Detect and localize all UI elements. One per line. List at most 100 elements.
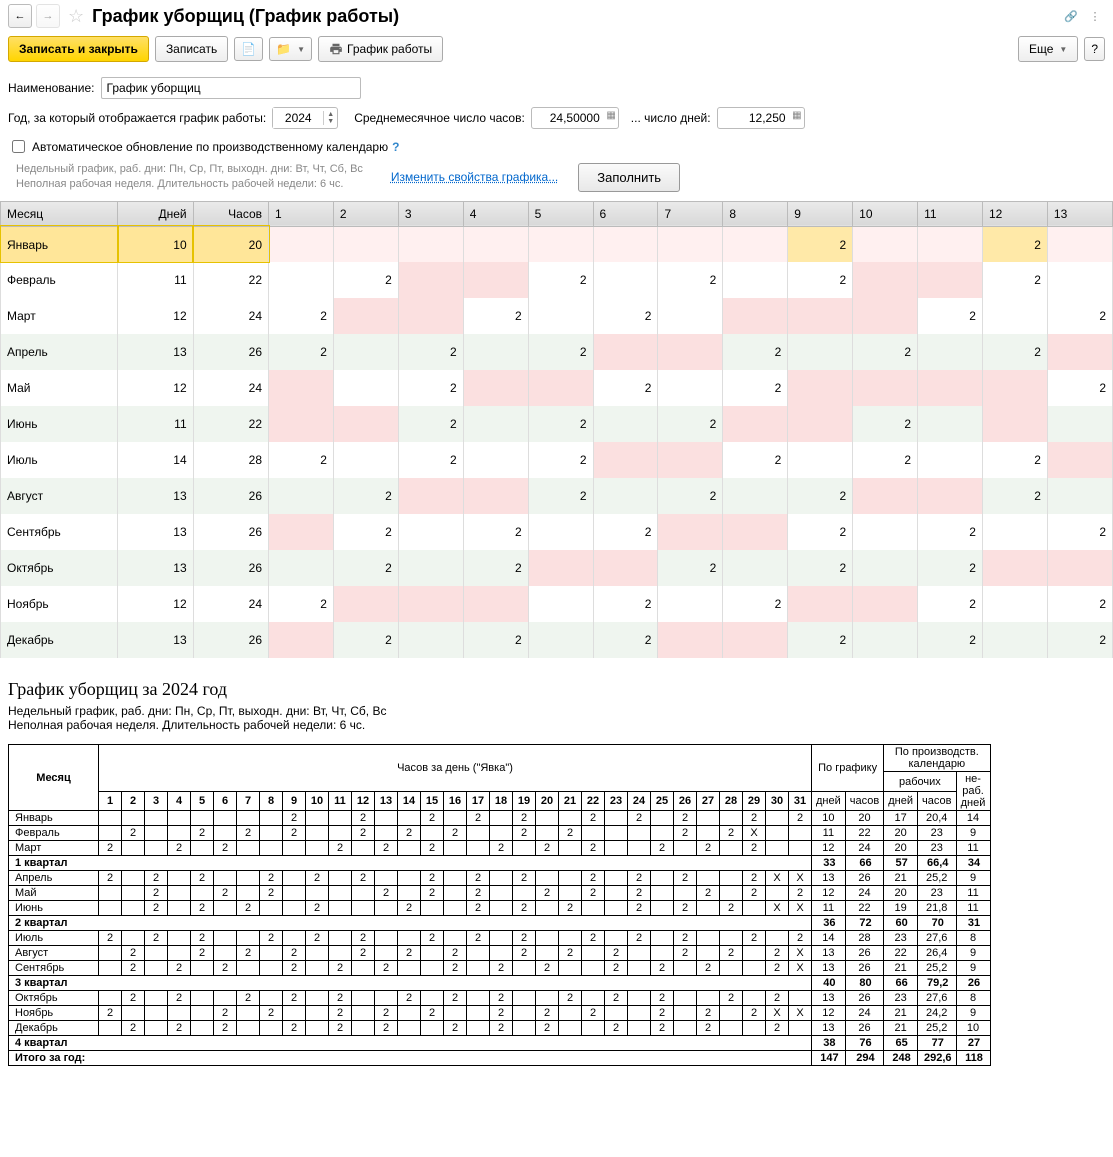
day-cell[interactable]: 2 xyxy=(593,622,658,658)
day-cell[interactable] xyxy=(918,226,983,262)
print-schedule-button[interactable]: График работы xyxy=(318,36,443,62)
day-cell[interactable] xyxy=(658,586,723,622)
day-cell[interactable] xyxy=(269,550,334,586)
month-cell[interactable]: Март xyxy=(1,298,118,334)
day-cell[interactable] xyxy=(333,442,398,478)
day-cell[interactable] xyxy=(398,478,463,514)
day-cell[interactable] xyxy=(982,514,1047,550)
calc-icon[interactable]: ▦ xyxy=(606,110,615,121)
day-cell[interactable]: 2 xyxy=(269,442,334,478)
day-cell[interactable] xyxy=(593,550,658,586)
more-menu-icon[interactable]: ⋮ xyxy=(1085,6,1105,26)
day-cell[interactable] xyxy=(788,586,853,622)
day-cell[interactable] xyxy=(528,226,593,262)
day-cell[interactable] xyxy=(398,550,463,586)
day-cell[interactable] xyxy=(528,586,593,622)
day-cell[interactable] xyxy=(1047,478,1112,514)
day-cell[interactable]: 2 xyxy=(593,514,658,550)
day-cell[interactable] xyxy=(658,622,723,658)
day-cell[interactable] xyxy=(269,406,334,442)
year-input[interactable] xyxy=(273,108,323,128)
day-cell[interactable] xyxy=(723,406,788,442)
day-cell[interactable] xyxy=(723,262,788,298)
day-cell[interactable]: 2 xyxy=(463,298,528,334)
day-cell[interactable]: 2 xyxy=(723,370,788,406)
day-cell[interactable]: 2 xyxy=(528,406,593,442)
day-cell[interactable] xyxy=(463,478,528,514)
day-cell[interactable]: 2 xyxy=(788,478,853,514)
day-cell[interactable] xyxy=(463,226,528,262)
day-cell[interactable] xyxy=(853,226,918,262)
nav-forward-button[interactable]: → xyxy=(36,4,60,28)
day-cell[interactable] xyxy=(723,298,788,334)
day-cell[interactable] xyxy=(853,550,918,586)
save-close-button[interactable]: Записать и закрыть xyxy=(8,36,149,62)
day-cell[interactable] xyxy=(1047,226,1112,262)
calc-icon[interactable]: ▦ xyxy=(792,110,801,121)
day-cell[interactable]: 2 xyxy=(918,298,983,334)
day-cell[interactable]: 2 xyxy=(269,334,334,370)
day-cell[interactable]: 2 xyxy=(788,550,853,586)
day-cell[interactable] xyxy=(1047,406,1112,442)
day-cell[interactable] xyxy=(398,514,463,550)
day-cell[interactable] xyxy=(723,226,788,262)
day-cell[interactable]: 2 xyxy=(269,586,334,622)
day-cell[interactable] xyxy=(723,514,788,550)
day-cell[interactable] xyxy=(658,298,723,334)
day-cell[interactable] xyxy=(918,478,983,514)
day-cell[interactable] xyxy=(528,370,593,406)
day-cell[interactable]: 2 xyxy=(853,334,918,370)
change-props-link[interactable]: Изменить свойства графика... xyxy=(391,170,558,184)
day-cell[interactable] xyxy=(333,298,398,334)
day-cell[interactable] xyxy=(593,334,658,370)
day-cell[interactable] xyxy=(853,586,918,622)
day-cell[interactable] xyxy=(398,298,463,334)
day-cell[interactable] xyxy=(398,586,463,622)
day-cell[interactable] xyxy=(788,370,853,406)
day-cell[interactable] xyxy=(528,550,593,586)
day-cell[interactable]: 2 xyxy=(723,586,788,622)
day-cell[interactable]: 2 xyxy=(918,514,983,550)
more-button[interactable]: Еще▼ xyxy=(1018,36,1078,62)
day-cell[interactable] xyxy=(333,586,398,622)
day-cell[interactable]: 2 xyxy=(528,262,593,298)
folder-icon-button[interactable]: 📁▼ xyxy=(269,37,312,61)
day-cell[interactable]: 2 xyxy=(333,478,398,514)
day-cell[interactable] xyxy=(982,586,1047,622)
day-cell[interactable]: 2 xyxy=(1047,586,1112,622)
day-cell[interactable] xyxy=(658,514,723,550)
day-cell[interactable]: 2 xyxy=(982,334,1047,370)
day-cell[interactable]: 2 xyxy=(1047,370,1112,406)
day-cell[interactable] xyxy=(1047,442,1112,478)
day-cell[interactable] xyxy=(658,442,723,478)
day-cell[interactable]: 2 xyxy=(658,478,723,514)
day-cell[interactable]: 2 xyxy=(853,406,918,442)
day-cell[interactable]: 2 xyxy=(463,514,528,550)
day-cell[interactable] xyxy=(723,478,788,514)
month-cell[interactable]: Февраль xyxy=(1,262,118,298)
day-cell[interactable] xyxy=(269,226,334,262)
month-cell[interactable]: Ноябрь xyxy=(1,586,118,622)
day-cell[interactable] xyxy=(853,298,918,334)
month-cell[interactable]: Июль xyxy=(1,442,118,478)
auto-update-checkbox[interactable] xyxy=(12,140,25,153)
day-cell[interactable]: 2 xyxy=(658,550,723,586)
day-cell[interactable] xyxy=(982,298,1047,334)
day-cell[interactable] xyxy=(463,370,528,406)
day-cell[interactable]: 2 xyxy=(528,478,593,514)
day-cell[interactable] xyxy=(853,370,918,406)
day-cell[interactable] xyxy=(269,370,334,406)
day-cell[interactable]: 2 xyxy=(853,442,918,478)
day-cell[interactable]: 2 xyxy=(658,406,723,442)
day-cell[interactable] xyxy=(333,334,398,370)
day-cell[interactable]: 2 xyxy=(982,478,1047,514)
day-cell[interactable] xyxy=(269,478,334,514)
day-cell[interactable] xyxy=(723,550,788,586)
day-cell[interactable] xyxy=(333,226,398,262)
day-cell[interactable]: 2 xyxy=(918,622,983,658)
day-cell[interactable] xyxy=(1047,262,1112,298)
day-cell[interactable] xyxy=(982,622,1047,658)
day-cell[interactable] xyxy=(853,478,918,514)
month-cell[interactable]: Январь xyxy=(1,226,118,262)
day-cell[interactable] xyxy=(658,370,723,406)
